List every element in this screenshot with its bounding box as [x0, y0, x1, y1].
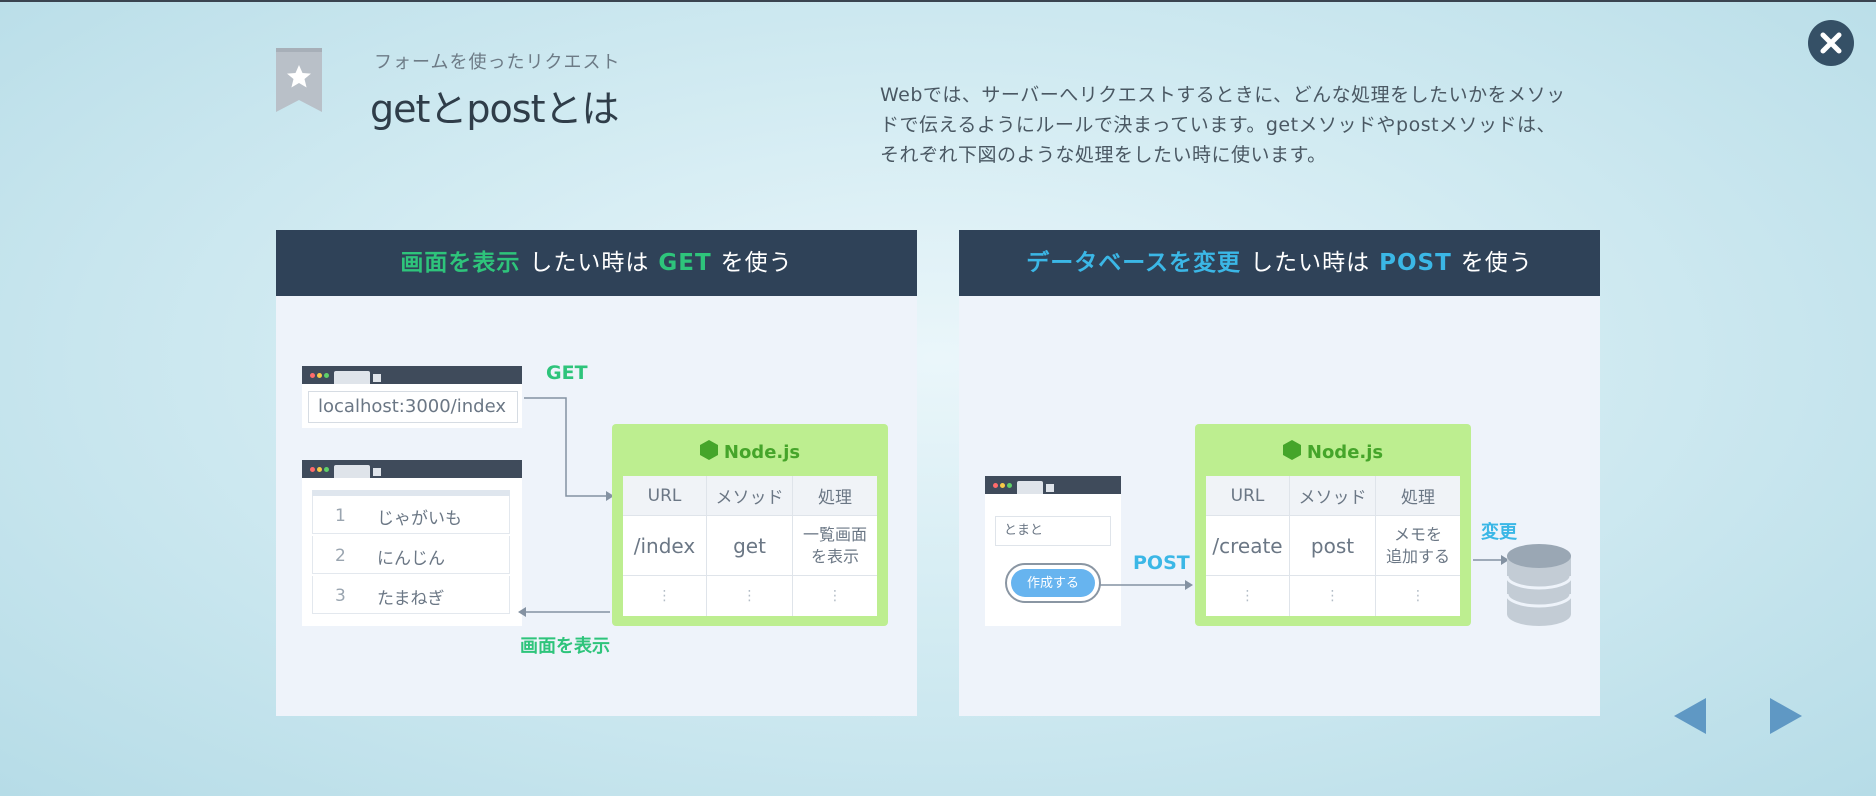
page-title: getとpostとは [370, 87, 619, 131]
get-panel: 画面を表示 したい時は GET を使う localhost:3000/index… [276, 230, 917, 716]
table-cell-action: 一覧画面 を表示 [793, 516, 877, 576]
nodejs-hexagon-icon [699, 440, 718, 460]
routing-table: URL メソッド 処理 /create post メモを 追加する ⋮ ⋮ ⋮ [1206, 476, 1460, 616]
top-border [0, 0, 1876, 2]
table-cell-action: メモを 追加する [1376, 516, 1460, 576]
nodejs-title: Node.js [612, 440, 888, 463]
table-cell-method: get [707, 516, 793, 576]
table-header-method: メソッド [1290, 476, 1376, 516]
response-arrow-label: 画面を表示 [520, 636, 610, 657]
table-cell-url: /index [623, 516, 707, 576]
table-header-action: 処理 [1376, 476, 1460, 516]
change-label: 変更 [1481, 522, 1517, 543]
arrow-right-icon[interactable] [1766, 696, 1806, 736]
routing-table: URL メソッド 処理 /index get 一覧画面 を表示 ⋮ ⋮ ⋮ [623, 476, 877, 616]
table-cell-more: ⋮ [623, 576, 707, 616]
close-button[interactable] [1808, 20, 1854, 66]
nodejs-title: Node.js [1195, 440, 1471, 463]
description-text: Webでは、サーバーへリクエストするときに、どんな処理をしたいかをメソッドで伝え… [880, 84, 1566, 166]
post-panel: データベースを変更 したい時は POST を使う とまと 作成する POST 変… [959, 230, 1600, 716]
database-icon [1507, 544, 1571, 626]
nodejs-box: Node.js URL メソッド 処理 /index get 一覧画面 を表示 … [612, 424, 888, 626]
table-header-url: URL [1206, 476, 1290, 516]
table-cell-more: ⋮ [1290, 576, 1376, 616]
table-header-action: 処理 [793, 476, 877, 516]
table-cell-more: ⋮ [1411, 588, 1425, 604]
nodejs-box: Node.js URL メソッド 処理 /create post メモを 追加す… [1195, 424, 1471, 626]
table-cell-url: /create [1206, 516, 1290, 576]
close-icon [1820, 32, 1842, 54]
table-cell-method: post [1290, 516, 1376, 576]
table-cell-more: ⋮ [1206, 576, 1290, 616]
arrow-left-icon[interactable] [1672, 696, 1712, 736]
lesson-subtitle: フォームを使ったリクエスト [374, 52, 621, 73]
table-cell-more: ⋮ [828, 588, 842, 604]
get-arrow-label: GET [546, 362, 588, 384]
table-header-method: メソッド [707, 476, 793, 516]
post-arrow-label: POST [1133, 552, 1190, 574]
star-bookmark-icon [276, 48, 322, 112]
table-header-url: URL [623, 476, 707, 516]
table-cell-more: ⋮ [707, 576, 793, 616]
nodejs-hexagon-icon [1282, 440, 1301, 460]
